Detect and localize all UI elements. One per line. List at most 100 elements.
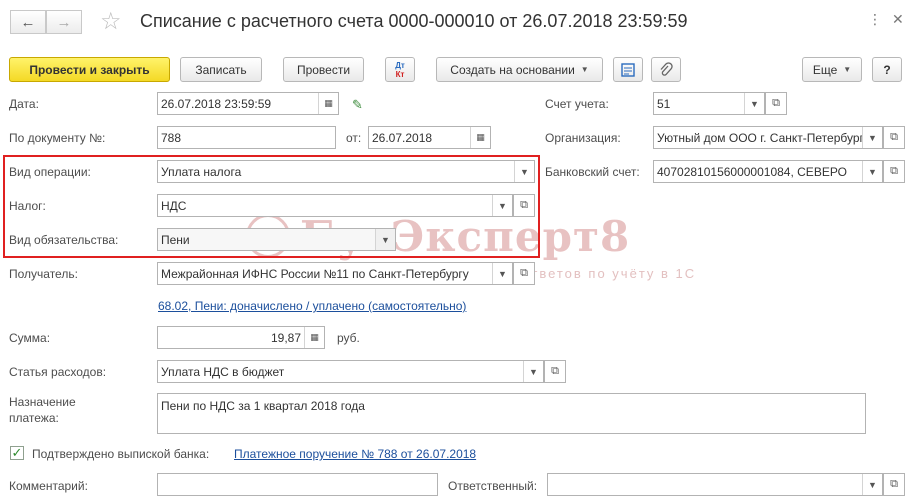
expense-item-label: Статья расходов: <box>9 365 107 379</box>
attach-button[interactable] <box>651 57 681 82</box>
chevron-down-icon[interactable]: ▼ <box>492 195 512 216</box>
doc-number-field[interactable]: 788 <box>157 126 336 149</box>
open-icon: ⧉ <box>772 97 780 109</box>
tax-label: Налог: <box>9 199 46 213</box>
open-icon: ⧉ <box>520 199 528 211</box>
close-icon[interactable]: ✕ <box>892 11 904 28</box>
comment-value <box>158 474 437 495</box>
open-icon: ⧉ <box>551 365 559 377</box>
structure-button[interactable] <box>613 57 643 82</box>
expense-item-value: Уплата НДС в бюджет <box>161 365 285 379</box>
operation-type-value: Уплата налога <box>161 165 242 179</box>
account-field[interactable]: 51 ▼ <box>653 92 765 115</box>
liability-type-field[interactable]: Пени ▼ <box>157 228 396 251</box>
chevron-down-icon[interactable]: ▼ <box>862 474 882 495</box>
approval-icon[interactable]: ✎ <box>352 97 363 113</box>
calendar-icon[interactable]: ▦ <box>470 127 490 148</box>
confirmed-checkbox[interactable]: ✓ <box>10 445 24 460</box>
forward-button[interactable]: → <box>46 10 82 34</box>
calculator-icon[interactable]: ▦ <box>304 327 324 348</box>
operation-type-label: Вид операции: <box>9 165 91 179</box>
star-icon[interactable]: ☆ <box>100 7 122 36</box>
back-button[interactable]: ← <box>10 10 46 34</box>
arrow-left-icon: ← <box>20 13 36 31</box>
from-label: от: <box>346 131 362 145</box>
bank-account-value: 40702810156000001084, СЕВЕРО <box>657 165 847 179</box>
purpose-textarea[interactable]: Пени по НДС за 1 квартал 2018 года <box>157 393 866 434</box>
responsible-field[interactable]: ▼ <box>547 473 883 496</box>
chevron-down-icon: ▼ <box>843 65 852 74</box>
chevron-down-icon: ▼ <box>580 65 589 74</box>
open-organization-button[interactable]: ⧉ <box>883 126 905 149</box>
tax-field[interactable]: НДС ▼ <box>157 194 513 217</box>
open-bank-account-button[interactable]: ⧉ <box>883 160 905 183</box>
date-label: Дата: <box>9 97 39 111</box>
open-icon: ⧉ <box>520 267 528 279</box>
comment-field[interactable] <box>157 473 438 496</box>
doc-number-label: По документу №: <box>9 131 106 145</box>
chevron-down-icon[interactable]: ▼ <box>862 127 882 148</box>
responsible-value <box>548 474 862 495</box>
chevron-down-icon[interactable]: ▼ <box>514 161 534 182</box>
arrow-right-icon: → <box>56 13 72 31</box>
date-value: 26.07.2018 23:59:59 <box>161 97 272 111</box>
post-button[interactable]: Провести <box>283 57 364 82</box>
more-icon[interactable]: ⋮ <box>868 11 882 28</box>
comment-label: Комментарий: <box>9 479 88 493</box>
account-value: 51 <box>657 97 671 111</box>
organization-label: Организация: <box>545 131 621 145</box>
chevron-down-icon[interactable]: ▼ <box>492 263 512 284</box>
more-button[interactable]: Еще ▼ <box>802 57 862 82</box>
operation-type-field[interactable]: Уплата налога ▼ <box>157 160 535 183</box>
organization-value: Уютный дом ООО г. Санкт-Петербург <box>657 131 862 145</box>
create-based-on-label: Создать на основании <box>450 62 575 77</box>
doc-date-field[interactable]: 26.07.2018 ▦ <box>368 126 491 149</box>
recipient-field[interactable]: Межрайонная ИФНС России №11 по Санкт-Пет… <box>157 262 513 285</box>
payment-order-link[interactable]: Платежное поручение № 788 от 26.07.2018 <box>234 447 476 461</box>
dt-kt-icon-top: Дт <box>395 60 405 70</box>
doc-date-value: 26.07.2018 <box>372 131 433 145</box>
open-account-button[interactable]: ⧉ <box>765 92 787 115</box>
checkmark-icon: ✓ <box>11 445 23 460</box>
help-button[interactable]: ? <box>872 57 902 82</box>
open-tax-button[interactable]: ⧉ <box>513 194 535 217</box>
calendar-icon[interactable]: ▦ <box>318 93 338 114</box>
open-recipient-button[interactable]: ⧉ <box>513 262 535 285</box>
structure-icon <box>621 62 635 77</box>
paperclip-icon <box>660 61 673 76</box>
open-expense-item-button[interactable]: ⧉ <box>544 360 566 383</box>
liability-type-value: Пени <box>161 233 190 247</box>
account-label: Счет учета: <box>545 97 609 111</box>
organization-field[interactable]: Уютный дом ООО г. Санкт-Петербург ▼ <box>653 126 883 149</box>
sum-value: 19,87 <box>270 331 301 345</box>
chevron-down-icon[interactable]: ▼ <box>862 161 882 182</box>
tax-value: НДС <box>161 199 187 213</box>
recipient-label: Получатель: <box>9 267 78 281</box>
post-and-close-button[interactable]: Провести и закрыть <box>9 57 170 82</box>
date-field[interactable]: 26.07.2018 23:59:59 ▦ <box>157 92 339 115</box>
open-icon: ⧉ <box>890 478 898 490</box>
purpose-label-line2: платежа: <box>9 411 59 425</box>
chevron-down-icon[interactable]: ▼ <box>375 229 395 250</box>
more-label: Еще <box>812 62 838 77</box>
dt-kt-button[interactable]: Дт Кт <box>385 57 415 82</box>
confirmed-label: Подтверждено выпиской банка: <box>32 447 210 461</box>
page-title: Списание с расчетного счета 0000-000010 … <box>140 11 688 31</box>
save-button[interactable]: Записать <box>180 57 262 82</box>
account-link[interactable]: 68.02, Пени: доначислено / уплачено (сам… <box>158 299 466 313</box>
doc-number-value: 788 <box>161 131 182 145</box>
create-based-on-button[interactable]: Создать на основании ▼ <box>436 57 603 82</box>
open-icon: ⧉ <box>890 165 898 177</box>
sum-field[interactable]: 19,87 ▦ <box>157 326 325 349</box>
purpose-label-line1: Назначение <box>9 395 76 409</box>
chevron-down-icon[interactable]: ▼ <box>744 93 764 114</box>
dt-kt-icon-bottom: Кт <box>395 69 405 79</box>
chevron-down-icon[interactable]: ▼ <box>523 361 543 382</box>
expense-item-field[interactable]: Уплата НДС в бюджет ▼ <box>157 360 544 383</box>
bank-account-label: Банковский счет: <box>545 165 640 179</box>
liability-type-label: Вид обязательства: <box>9 233 119 247</box>
open-responsible-button[interactable]: ⧉ <box>883 473 905 496</box>
sum-label: Сумма: <box>9 331 51 345</box>
bank-account-field[interactable]: 40702810156000001084, СЕВЕРО ▼ <box>653 160 883 183</box>
currency-label: руб. <box>337 331 360 345</box>
